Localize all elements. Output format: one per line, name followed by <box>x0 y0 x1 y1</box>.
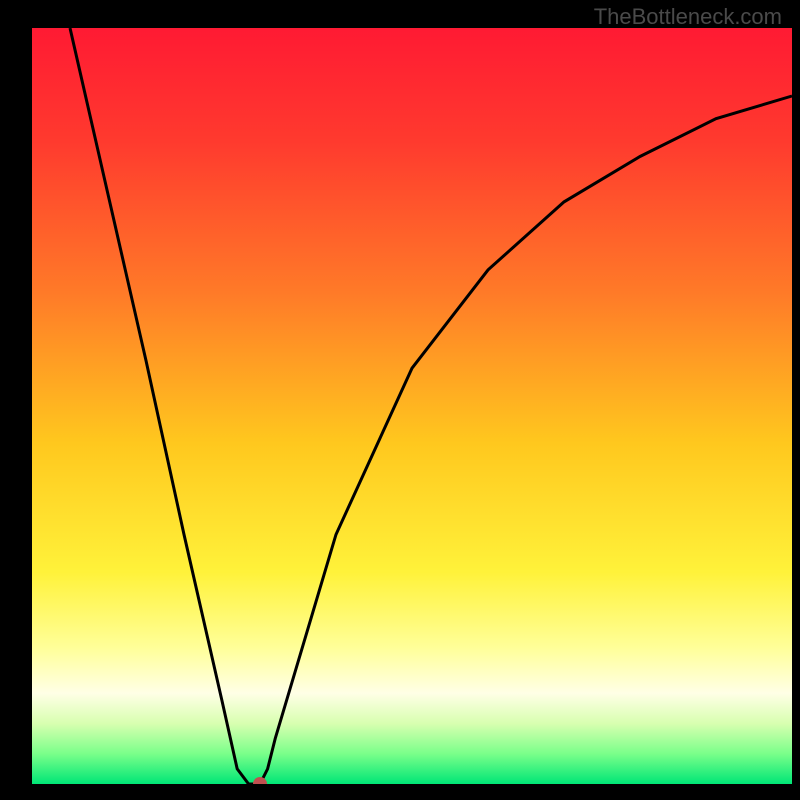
frame-right <box>792 0 800 800</box>
chart-svg <box>0 0 800 800</box>
frame-left <box>0 0 32 800</box>
plot-background <box>32 28 792 784</box>
watermark-text: TheBottleneck.com <box>594 4 782 30</box>
chart-container: TheBottleneck.com <box>0 0 800 800</box>
frame-bottom <box>0 784 800 800</box>
